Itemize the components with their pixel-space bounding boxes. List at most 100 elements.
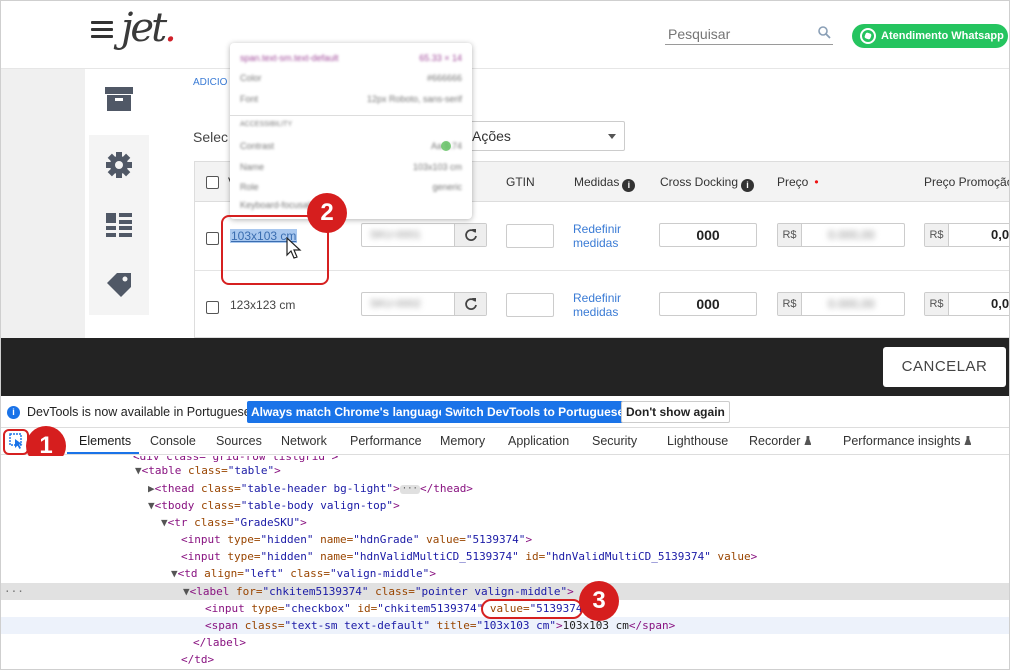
actions-dropdown[interactable]: Ações bbox=[461, 121, 625, 151]
tab-console[interactable]: Console bbox=[150, 434, 196, 448]
reset-measures-link[interactable]: Redefinir medidas bbox=[573, 222, 629, 250]
tab-memory[interactable]: Memory bbox=[440, 434, 485, 448]
sidebar-item-archive[interactable] bbox=[89, 69, 149, 129]
top-bar: jet. Atendimento Whatsapp bbox=[1, 1, 1009, 69]
reset-measures-link[interactable]: Redefinir medidas bbox=[573, 291, 629, 319]
sku-field[interactable]: SKU-0002 bbox=[361, 292, 487, 316]
tab-network[interactable]: Network bbox=[281, 434, 327, 448]
tab-application[interactable]: Application bbox=[508, 434, 569, 448]
info-icon[interactable]: i bbox=[622, 179, 636, 192]
sidebar-item-settings[interactable] bbox=[89, 135, 149, 195]
tab-performance[interactable]: Performance bbox=[350, 434, 422, 448]
code-line[interactable]: ▼<table class="table"> bbox=[1, 462, 1009, 479]
tooltip-role-row: Role generic bbox=[240, 182, 462, 192]
tooltip-value: 103x103 cm bbox=[412, 162, 462, 172]
cross-docking-input[interactable]: 000 bbox=[659, 223, 757, 247]
experiment-icon bbox=[804, 436, 812, 445]
dont-show-again-button[interactable]: Don't show again bbox=[621, 401, 730, 423]
tooltip-selector: span.text-sm.text-default bbox=[240, 53, 339, 63]
jet-logo[interactable]: jet. bbox=[121, 5, 177, 51]
code-tag: </span> bbox=[628, 619, 676, 632]
sidebar-item-list[interactable] bbox=[89, 195, 149, 255]
promo-price-input[interactable]: R$ 0,0 bbox=[924, 292, 1009, 316]
price-input[interactable]: R$ 0.000,00 bbox=[777, 292, 905, 316]
cancel-button[interactable]: CANCELAR bbox=[883, 347, 1006, 387]
tab-lighthouse[interactable]: Lighthouse bbox=[667, 434, 728, 448]
tooltip-value: 12px Roboto, sans-serif bbox=[366, 94, 462, 104]
tab-performance-insights[interactable]: Performance insights bbox=[843, 434, 972, 448]
tab-performance-insights-label: Performance insights bbox=[843, 434, 961, 448]
menu-icon[interactable] bbox=[91, 21, 113, 39]
tooltip-value: generic bbox=[432, 182, 462, 192]
gtin-input[interactable] bbox=[506, 224, 554, 248]
search-input[interactable] bbox=[665, 25, 805, 43]
refresh-button[interactable] bbox=[454, 224, 486, 246]
code-line[interactable]: <span class="text-sm text-default" title… bbox=[1, 617, 1009, 634]
code-tag: > bbox=[525, 533, 533, 546]
logo-text: jet bbox=[121, 5, 167, 51]
callout-number-3: 3 bbox=[579, 581, 619, 621]
promo-price-input[interactable]: R$ 0,0 bbox=[924, 223, 1010, 247]
breadcrumb[interactable]: ADICIO bbox=[193, 77, 227, 88]
code-attr: for= bbox=[229, 585, 263, 598]
tab-security[interactable]: Security bbox=[592, 434, 637, 448]
required-mark: • bbox=[814, 175, 819, 189]
tooltip-color-row: Color #666666 bbox=[240, 73, 462, 83]
tab-sources[interactable]: Sources bbox=[216, 434, 262, 448]
callout-number-2: 2 bbox=[307, 193, 347, 233]
code-val: "hdnGrade" bbox=[353, 533, 420, 546]
promo-value: 0,0 bbox=[991, 227, 1010, 242]
refresh-button[interactable] bbox=[454, 293, 486, 315]
code-attr: value= bbox=[419, 533, 466, 546]
code-attr: id= bbox=[518, 550, 546, 563]
price-input[interactable]: R$ 0.000,00 bbox=[777, 223, 905, 247]
th-medidas: Medidas i bbox=[574, 175, 636, 192]
tooltip-label: Color bbox=[240, 73, 262, 83]
code-line[interactable]: ▼<tbody class="table-body valign-top"> bbox=[1, 497, 1009, 514]
gtin-input[interactable] bbox=[506, 293, 554, 317]
tab-elements[interactable]: Elements bbox=[79, 434, 131, 448]
code-attr: class= bbox=[194, 482, 241, 495]
row-checkbox[interactable] bbox=[206, 232, 219, 245]
tooltip-value: #666666 bbox=[426, 73, 462, 83]
tooltip-section: ACCESSIBILITY bbox=[240, 121, 293, 128]
code-tag: <input bbox=[181, 550, 221, 563]
tag-icon bbox=[107, 273, 131, 297]
whatsapp-button[interactable]: Atendimento Whatsapp bbox=[852, 24, 1008, 48]
actions-dropdown-value: Ações bbox=[472, 128, 511, 144]
code-line[interactable]: </td> bbox=[1, 651, 1009, 668]
select-all-checkbox[interactable] bbox=[206, 176, 219, 189]
list-grid-icon bbox=[106, 213, 132, 237]
archive-icon bbox=[105, 87, 133, 111]
collapsed-ellipsis[interactable]: ··· bbox=[399, 485, 420, 494]
code-line-selected[interactable]: ··· ▼<label for="chkitem5139374" class="p… bbox=[1, 583, 1009, 600]
search-box bbox=[665, 25, 833, 45]
code-line[interactable]: ▼<tr class="GradeSKU"> bbox=[1, 514, 1009, 531]
code-tag: <input bbox=[181, 533, 221, 546]
code-tag: > bbox=[750, 550, 758, 563]
code-attr: class= bbox=[283, 567, 330, 580]
more-icon[interactable]: ··· bbox=[4, 583, 24, 600]
code-line[interactable]: <input type="hidden" name="hdnGrade" val… bbox=[1, 531, 1009, 548]
switch-language-button[interactable]: Switch DevTools to Portuguese bbox=[441, 401, 629, 423]
tab-recorder[interactable]: Recorder bbox=[749, 434, 812, 448]
cross-docking-input[interactable]: 000 bbox=[659, 292, 757, 316]
code-line[interactable]: <input type="hidden" name="hdnValidMulti… bbox=[1, 548, 1009, 565]
row-checkbox[interactable] bbox=[206, 301, 219, 314]
devtools-tabs: Elements Console Sources Network Perform… bbox=[1, 428, 1009, 455]
search-icon[interactable] bbox=[817, 25, 831, 39]
variation-label[interactable]: 123x123 cm bbox=[230, 298, 295, 312]
info-icon[interactable]: i bbox=[741, 179, 755, 192]
code-line[interactable]: </label> bbox=[1, 634, 1009, 651]
code-tag: <td bbox=[177, 567, 198, 580]
sku-field[interactable]: SKU-0001 bbox=[361, 223, 487, 247]
code-line[interactable]: ▶<thead class="table-header bg-light"> ··… bbox=[1, 480, 1009, 497]
contrast-check-icon bbox=[441, 141, 451, 151]
code-attr: class= bbox=[194, 499, 241, 512]
sidebar-item-tags[interactable] bbox=[89, 255, 149, 315]
code-val: "hidden" bbox=[260, 550, 314, 563]
tooltip-kb-row: Keyboard-focusable bbox=[240, 200, 462, 210]
code-attr: title= bbox=[430, 619, 477, 632]
code-line[interactable]: ▼<td align="left" class="valign-middle"> bbox=[1, 565, 1009, 582]
match-language-button[interactable]: Always match Chrome's language bbox=[247, 401, 450, 423]
